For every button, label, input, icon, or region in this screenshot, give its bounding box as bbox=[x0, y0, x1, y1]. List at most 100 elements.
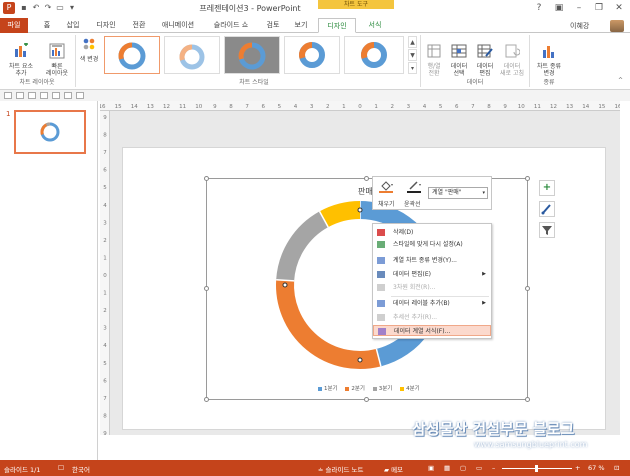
switch-row-column-button[interactable]: 행/열 전환 bbox=[423, 36, 445, 77]
ruler-tick-label: 4 bbox=[103, 343, 107, 349]
tool-icon[interactable] bbox=[64, 92, 72, 99]
donut-segment-4[interactable] bbox=[319, 201, 361, 228]
tab-design[interactable]: 디자인 bbox=[90, 18, 122, 33]
close-button[interactable]: ✕ bbox=[610, 1, 628, 15]
resize-handle[interactable] bbox=[525, 286, 530, 291]
tool-icon[interactable] bbox=[76, 92, 84, 99]
resize-handle[interactable] bbox=[364, 176, 369, 181]
series-select[interactable]: 계열 "판매" ▾ bbox=[428, 187, 488, 199]
slideshow-button[interactable]: ▭ bbox=[476, 464, 482, 472]
collapse-ribbon-icon[interactable]: ^ bbox=[618, 77, 623, 84]
donut-segment-3[interactable] bbox=[276, 211, 329, 282]
add-chart-element-button[interactable]: 차트 요소 추가 bbox=[3, 36, 39, 77]
change-colors-button[interactable]: 색 변경 bbox=[78, 36, 100, 63]
normal-view-button[interactable]: ▣ bbox=[428, 464, 434, 472]
tab-insert[interactable]: 삽입 bbox=[62, 18, 84, 33]
tab-file[interactable]: 파일 bbox=[0, 18, 28, 33]
gallery-down-button[interactable]: ▼ bbox=[408, 49, 417, 61]
outline-button[interactable]: ▾ bbox=[407, 180, 423, 193]
minimize-button[interactable]: – bbox=[570, 1, 588, 15]
help-icon[interactable]: ? bbox=[530, 1, 548, 15]
tab-review[interactable]: 검토 bbox=[262, 18, 284, 33]
notes-button[interactable]: ≐ 슬라이드 노트 bbox=[318, 464, 363, 474]
chart-style-1[interactable] bbox=[104, 36, 160, 74]
zoom-in-button[interactable]: + bbox=[575, 464, 580, 472]
avatar[interactable] bbox=[610, 20, 624, 32]
undo-icon[interactable]: ↶ bbox=[31, 3, 41, 13]
menu-item-change-series-chart-type[interactable]: 계열 차트 종류 변경(Y)... bbox=[373, 255, 491, 266]
watermark-text: 삼성물산 건설부문 블로그 bbox=[412, 420, 575, 438]
zoom-level[interactable]: 67 % bbox=[588, 464, 605, 472]
gallery-up-button[interactable]: ▲ bbox=[408, 36, 417, 48]
series-selection-handle[interactable] bbox=[282, 282, 288, 288]
fit-to-window-icon[interactable]: ⊡ bbox=[614, 464, 619, 472]
chart-style-2[interactable] bbox=[164, 36, 220, 74]
chart-styles-button[interactable] bbox=[539, 201, 555, 217]
resize-handle[interactable] bbox=[364, 397, 369, 402]
chart-filters-button[interactable] bbox=[539, 222, 555, 238]
menu-separator bbox=[391, 296, 489, 297]
menu-item-format-data-series[interactable]: 데이터 계열 서식(F)... bbox=[373, 325, 491, 336]
tool-icon[interactable] bbox=[16, 92, 24, 99]
chart-style-5[interactable] bbox=[344, 36, 404, 74]
series-select-value: 계열 "판매" bbox=[432, 189, 462, 196]
reading-view-button[interactable]: ▢ bbox=[460, 464, 466, 472]
language-indicator[interactable]: 한국어 bbox=[72, 464, 90, 474]
menu-item-3d-rotation[interactable]: 3차원 회전(R)... bbox=[373, 282, 491, 293]
powerpoint-logo-icon: P bbox=[3, 2, 15, 14]
resize-handle[interactable] bbox=[525, 176, 530, 181]
menu-item-add-trendline[interactable]: 추세선 추가(R)... bbox=[373, 312, 491, 323]
customize-qat-icon[interactable]: ▾ bbox=[67, 3, 77, 13]
present-icon[interactable]: ▭ bbox=[55, 3, 65, 13]
tool-icon[interactable] bbox=[28, 92, 36, 99]
spellcheck-icon[interactable]: ☐ bbox=[58, 464, 64, 472]
tab-transitions[interactable]: 전환 bbox=[128, 18, 150, 33]
redo-icon[interactable]: ↷ bbox=[43, 3, 53, 13]
tab-view[interactable]: 보기 bbox=[290, 18, 312, 33]
refresh-data-button[interactable]: 데이터 새로 고침 bbox=[499, 36, 525, 77]
tab-chart-design[interactable]: 디자인 bbox=[318, 18, 356, 33]
tool-icon[interactable] bbox=[40, 92, 48, 99]
edit-data-button[interactable]: 데이터 편집 bbox=[473, 36, 497, 77]
chart-legend[interactable]: 1분기 2분기 3분기 4분기 bbox=[318, 384, 426, 392]
menu-item-delete[interactable]: 삭제(D) bbox=[373, 227, 491, 238]
menu-item-add-data-labels[interactable]: 데이터 레이블 추가(B) ▶ bbox=[373, 298, 491, 309]
chart-style-3[interactable] bbox=[224, 36, 280, 74]
ribbon-display-icon[interactable]: ▣ bbox=[550, 1, 568, 15]
restore-button[interactable]: ❐ bbox=[590, 1, 608, 15]
resize-handle[interactable] bbox=[525, 397, 530, 402]
ruler-tick-label: 0 bbox=[103, 273, 107, 279]
context-menu: 삭제(D) 스타일에 맞게 다시 설정(A) 계열 차트 종류 변경(Y)...… bbox=[372, 223, 492, 339]
tab-chart-format[interactable]: 서식 bbox=[360, 18, 390, 33]
fill-button[interactable]: ▾ bbox=[379, 180, 395, 193]
resize-handle[interactable] bbox=[204, 286, 209, 291]
slide-sorter-button[interactable]: ▦ bbox=[444, 464, 450, 472]
slide-thumbnail[interactable] bbox=[14, 110, 86, 154]
series-selection-handle[interactable] bbox=[357, 357, 363, 363]
save-icon[interactable]: ▪ bbox=[19, 3, 29, 13]
chart-style-4[interactable] bbox=[284, 36, 340, 74]
gallery-more-button[interactable]: ▾ bbox=[408, 62, 417, 74]
change-chart-type-button[interactable]: 차트 종류 변경 bbox=[533, 36, 565, 77]
tool-icon[interactable] bbox=[4, 92, 12, 99]
donut-segment-2[interactable] bbox=[276, 279, 381, 369]
chart-elements-button[interactable]: + bbox=[539, 180, 555, 196]
comments-button[interactable]: ▰ 메모 bbox=[384, 464, 403, 474]
resize-handle[interactable] bbox=[204, 397, 209, 402]
menu-item-reset-style[interactable]: 스타일에 맞게 다시 설정(A) bbox=[373, 239, 491, 250]
menu-item-label: 추세선 추가(R)... bbox=[393, 314, 438, 321]
tab-animations[interactable]: 애니메이션 bbox=[156, 18, 200, 33]
tab-home[interactable]: 홈 bbox=[38, 18, 56, 33]
tool-icon[interactable] bbox=[52, 92, 60, 99]
user-name[interactable]: 이혜강 bbox=[570, 21, 589, 31]
resize-handle[interactable] bbox=[204, 176, 209, 181]
tab-slideshow[interactable]: 슬라이드 쇼 bbox=[206, 18, 256, 33]
style-1-preview bbox=[118, 42, 146, 70]
zoom-slider-thumb[interactable] bbox=[535, 465, 538, 472]
series-selection-handle[interactable] bbox=[357, 207, 363, 213]
select-data-button[interactable]: 데이터 선택 bbox=[447, 36, 471, 77]
zoom-out-button[interactable]: – bbox=[492, 464, 495, 472]
menu-item-edit-data[interactable]: 데이터 편집(E) ▶ bbox=[373, 269, 491, 280]
ruler-tick-label: 9 bbox=[213, 104, 217, 110]
quick-layout-button[interactable]: 빠른 레이아웃 bbox=[41, 36, 73, 77]
